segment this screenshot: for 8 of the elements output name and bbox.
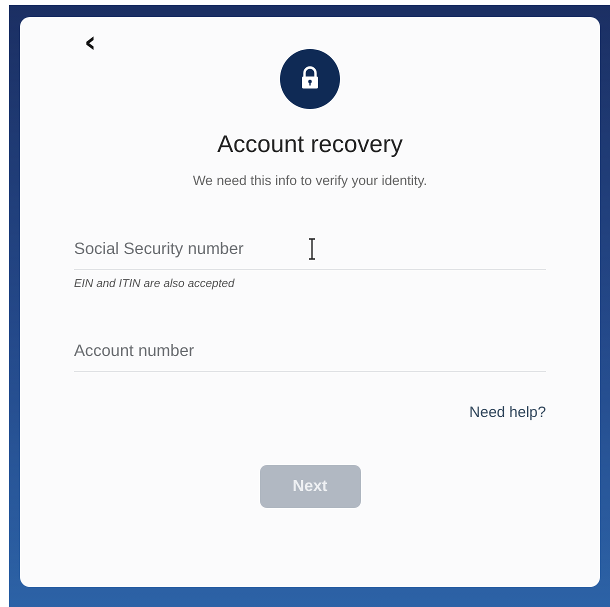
- lock-icon: [280, 49, 340, 109]
- page-title: Account recovery: [216, 131, 404, 159]
- subtitle: We need this info to verify your identity.: [192, 173, 428, 188]
- field-hint: EIN and ITIN are also accepted: [74, 278, 236, 290]
- help-link[interactable]: Need help?: [469, 404, 546, 421]
- input-field[interactable]: Social Security number: [74, 230, 546, 270]
- input-field[interactable]: Account number: [74, 332, 546, 372]
- back-button[interactable]: ‹: [80, 31, 100, 55]
